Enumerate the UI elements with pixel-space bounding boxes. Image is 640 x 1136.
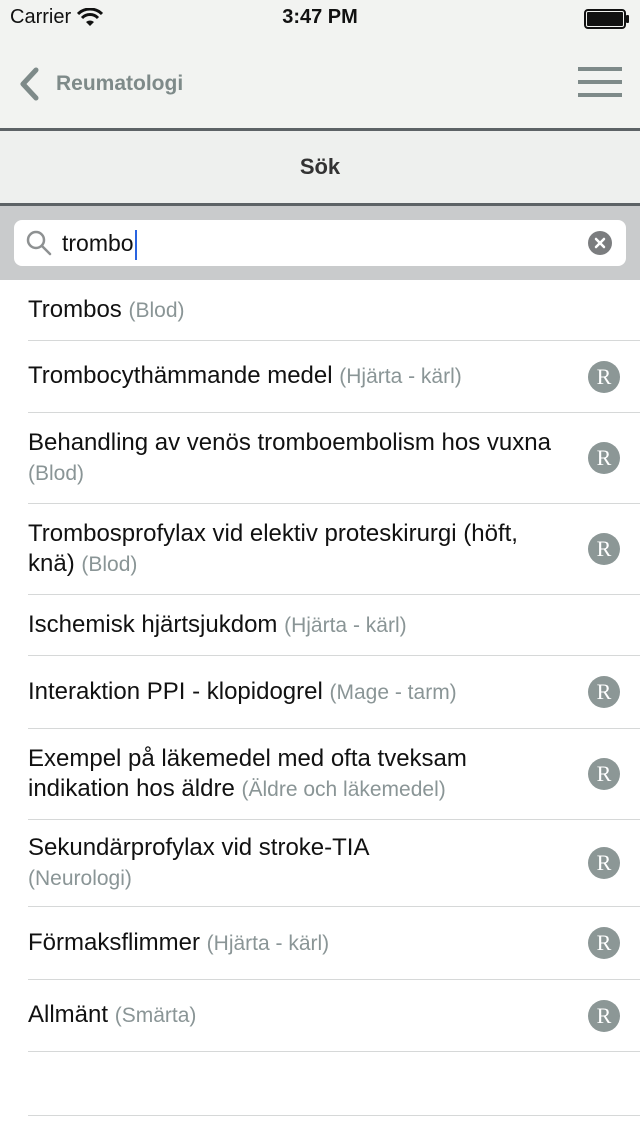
text-caret [134, 229, 137, 260]
back-button[interactable]: Reumatologi [18, 64, 198, 104]
search-input[interactable]: trombo [62, 220, 562, 266]
result-category: (Hjärta - kärl) [206, 931, 330, 955]
hamburger-menu-icon[interactable] [578, 64, 622, 100]
result-category: (Hjärta - kärl) [339, 365, 462, 388]
result-category: (Blod) [81, 552, 138, 576]
result-text: Sekundärprofylax vid stroke-TIA (Neurolog… [28, 833, 568, 894]
recommended-badge: R [588, 676, 620, 708]
list-item[interactable]: Behandling av venös tromboembolism hos v… [28, 413, 640, 504]
page-title: Sök [0, 131, 640, 206]
result-category: (Mage - tarm) [329, 680, 457, 704]
navigation-bar: Reumatologi [0, 40, 640, 131]
result-title: Trombocythämmande medel [28, 362, 333, 389]
status-bar: Carrier 3:47 PM [0, 0, 640, 40]
result-category: (Smärta) [114, 1004, 197, 1027]
result-text: Trombocythämmande medel (Hjärta - kärl) [28, 361, 568, 392]
result-text: Allmänt (Smärta) [28, 1000, 568, 1031]
result-title: Sekundärprofylax vid stroke-TIA [28, 833, 370, 861]
result-category: (Neurologi) [28, 866, 132, 890]
recommended-badge: R [588, 927, 620, 959]
list-item[interactable]: Allmänt (Smärta) R [28, 980, 640, 1052]
result-title: Ischemisk hjärtsjukdom [28, 610, 278, 638]
close-icon [594, 237, 606, 249]
result-title: Allmänt [28, 1001, 109, 1028]
search-results-list: Trombos (Blod) Trombocythämmande medel (… [0, 280, 640, 1052]
recommended-badge: R [588, 442, 620, 474]
result-title: Interaktion PPI - klopidogrel [28, 677, 323, 705]
recommended-badge: R [588, 999, 620, 1032]
result-title: Behandling av venös tromboembolism hos v… [28, 428, 551, 456]
back-label: Reumatologi [56, 72, 184, 95]
result-text: Förmaksflimmer (Hjärta - kärl) [28, 928, 568, 959]
search-bar: trombo [0, 206, 640, 280]
result-title: Trombos [28, 295, 122, 323]
result-text: Interaktion PPI - klopidogrel (Mage - ta… [28, 677, 568, 708]
recommended-badge: R [588, 847, 620, 879]
result-category: (Blod) [28, 461, 85, 485]
list-item[interactable]: Förmaksflimmer (Hjärta - kärl) R [28, 907, 640, 980]
status-time: 3:47 PM [282, 6, 358, 28]
result-category: (Hjärta - kärl) [284, 613, 407, 637]
search-icon [26, 230, 52, 256]
result-text: Ischemisk hjärtsjukdom (Hjärta - kärl) [28, 610, 568, 641]
list-divider [28, 1115, 640, 1116]
result-category: (Blod) [128, 298, 185, 322]
recommended-badge: R [588, 758, 620, 790]
battery-icon [584, 9, 629, 29]
list-item[interactable]: Trombosprofylax vid elektiv proteskirurg… [28, 504, 640, 595]
chevron-left-icon [20, 67, 39, 101]
list-item[interactable]: Sekundärprofylax vid stroke-TIA (Neurolog… [28, 820, 640, 907]
search-value: trombo [62, 230, 134, 256]
result-title: Förmaksflimmer [28, 928, 200, 956]
result-category: (Äldre och läkemedel) [241, 777, 446, 801]
clear-search-button[interactable] [588, 231, 612, 255]
recommended-badge: R [588, 533, 620, 565]
search-field[interactable]: trombo [14, 220, 626, 266]
list-item[interactable]: Ischemisk hjärtsjukdom (Hjärta - kärl) [28, 595, 640, 656]
list-item[interactable]: Exempel på läkemedel med ofta tveksam in… [28, 729, 640, 820]
result-text: Trombosprofylax vid elektiv proteskirurg… [28, 519, 568, 580]
recommended-badge: R [588, 360, 620, 393]
result-text: Trombos (Blod) [28, 295, 568, 326]
list-item[interactable]: Trombocythämmande medel (Hjärta - kärl) … [28, 341, 640, 413]
list-item[interactable]: Interaktion PPI - klopidogrel (Mage - ta… [28, 656, 640, 729]
result-text: Exempel på läkemedel med ofta tveksam in… [28, 744, 568, 805]
list-item[interactable]: Trombos (Blod) [28, 280, 640, 341]
result-text: Behandling av venös tromboembolism hos v… [28, 428, 568, 489]
